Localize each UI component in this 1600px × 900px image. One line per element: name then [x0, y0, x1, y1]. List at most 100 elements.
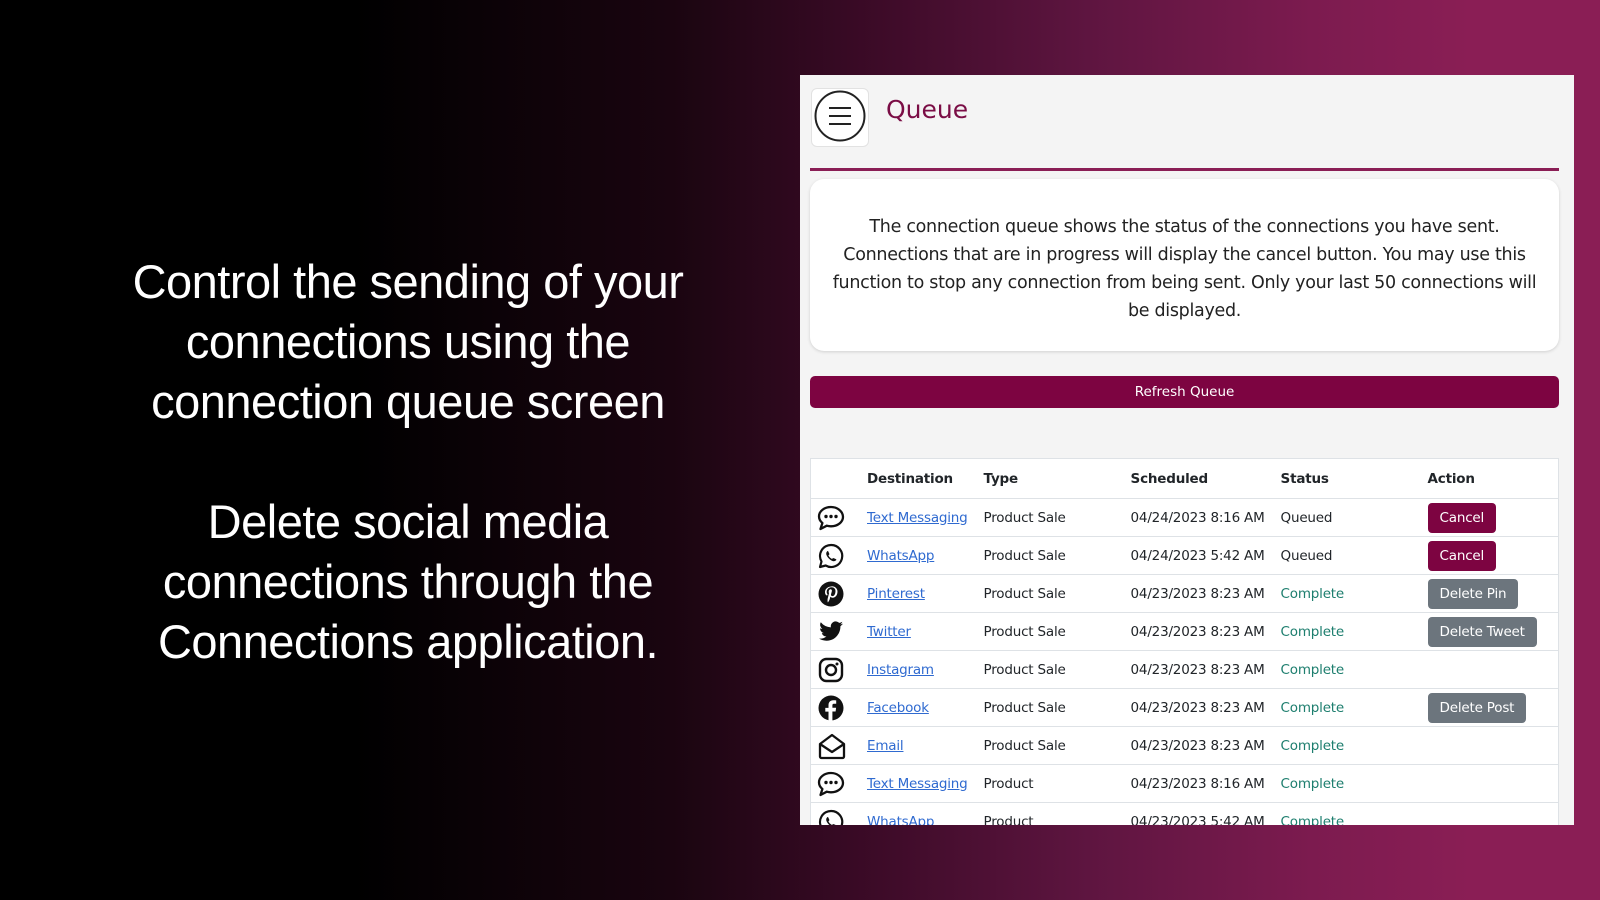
destination-link[interactable]: Text Messaging	[867, 776, 968, 792]
action-cell	[1419, 764, 1558, 803]
destination-link[interactable]: WhatsApp	[867, 814, 934, 826]
scheduled-cell: 04/23/2023 8:23 AM	[1122, 612, 1273, 651]
destination-icon-cell	[811, 574, 859, 613]
whatsapp-icon	[817, 808, 859, 825]
sms-chat-icon	[817, 771, 859, 797]
header-action: Action	[1419, 459, 1558, 499]
table-row: Pinterest Product Sale 04/23/2023 8:23 AM C…	[811, 574, 1558, 613]
menu-button[interactable]	[811, 88, 869, 147]
queue-table-container: Destination Type Scheduled Status Action…	[810, 458, 1559, 825]
delete-button[interactable]: Delete Post	[1427, 692, 1527, 723]
header-icon	[811, 459, 859, 499]
action-cell: Delete Pin	[1419, 574, 1558, 613]
destination-cell: Twitter	[859, 612, 976, 651]
destination-icon-cell	[811, 536, 859, 575]
type-cell: Product Sale	[975, 688, 1123, 727]
delete-button[interactable]: Delete Pin	[1427, 578, 1519, 609]
destination-link[interactable]: Text Messaging	[867, 510, 968, 526]
destination-cell: WhatsApp	[859, 802, 976, 826]
promo-text: Control the sending of your connections …	[80, 252, 736, 672]
scheduled-cell: 04/24/2023 5:42 AM	[1122, 536, 1273, 575]
destination-icon-cell	[811, 650, 859, 689]
status-cell: Complete	[1272, 650, 1420, 689]
status-cell: Complete	[1272, 574, 1420, 613]
scheduled-cell: 04/23/2023 8:23 AM	[1122, 726, 1273, 765]
hamburger-menu-icon	[813, 89, 867, 146]
promo-paragraph-delete: Delete social media connections through …	[157, 495, 659, 668]
scheduled-cell: 04/23/2023 8:23 AM	[1122, 574, 1273, 613]
title-divider	[810, 168, 1559, 171]
action-cell	[1419, 802, 1558, 825]
table-row: Text Messaging Product Sale 04/24/2023 8:1…	[811, 498, 1558, 537]
type-cell: Product Sale	[975, 612, 1123, 651]
type-cell: Product Sale	[975, 650, 1123, 689]
scheduled-cell: 04/23/2023 8:23 AM	[1122, 688, 1273, 727]
destination-cell: Email	[859, 726, 976, 765]
type-cell: Product	[975, 764, 1123, 803]
page-title: Queue	[886, 95, 969, 124]
refresh-queue-button[interactable]: Refresh Queue	[810, 376, 1559, 408]
info-text: The connection queue shows the status of…	[832, 217, 1537, 321]
destination-icon-cell	[811, 726, 859, 765]
destination-cell: Text Messaging	[859, 498, 976, 537]
destination-icon-cell	[811, 802, 859, 825]
table-row: Instagram Product Sale 04/23/2023 8:23 AM C…	[811, 650, 1558, 689]
scheduled-cell: 04/24/2023 8:16 AM	[1122, 498, 1273, 537]
type-cell: Product	[975, 802, 1123, 825]
destination-cell: WhatsApp	[859, 536, 976, 575]
table-header-row: Destination Type Scheduled Status Action	[811, 459, 1558, 499]
status-cell: Complete	[1272, 612, 1420, 651]
status-cell: Complete	[1272, 688, 1420, 727]
scheduled-cell: 04/23/2023 8:16 AM	[1122, 764, 1273, 803]
status-cell: Queued	[1272, 498, 1420, 537]
cancel-button[interactable]: Cancel	[1427, 540, 1497, 571]
queue-app-window: Queue The connection queue shows the sta…	[800, 75, 1574, 825]
destination-link[interactable]: Instagram	[867, 662, 934, 678]
destination-icon-cell	[811, 498, 859, 537]
pinterest-icon	[817, 580, 859, 608]
table-row: Facebook Product Sale 04/23/2023 8:23 AM Co…	[811, 688, 1558, 727]
destination-link[interactable]: Twitter	[867, 624, 911, 640]
header-scheduled: Scheduled	[1122, 459, 1273, 499]
destination-link[interactable]: WhatsApp	[867, 548, 934, 564]
delete-button[interactable]: Delete Tweet	[1427, 616, 1537, 647]
destination-link[interactable]: Email	[867, 738, 904, 754]
table-row: WhatsApp Product 04/23/2023 5:42 AM Complet…	[811, 802, 1558, 826]
twitter-icon	[817, 619, 859, 645]
status-cell: Complete	[1272, 726, 1420, 765]
table-row: Email Product Sale 04/23/2023 8:23 AM Compl…	[811, 726, 1558, 765]
facebook-icon	[817, 694, 859, 722]
queue-table: Destination Type Scheduled Status Action…	[811, 459, 1558, 825]
cancel-button[interactable]: Cancel	[1427, 502, 1497, 533]
status-cell: Queued	[1272, 536, 1420, 575]
destination-link[interactable]: Pinterest	[867, 586, 925, 602]
type-cell: Product Sale	[975, 726, 1123, 765]
action-cell: Delete Post	[1419, 688, 1558, 727]
destination-cell: Facebook	[859, 688, 976, 727]
header-status: Status	[1272, 459, 1420, 499]
destination-icon-cell	[811, 764, 859, 803]
action-cell	[1419, 650, 1558, 689]
scheduled-cell: 04/23/2023 8:23 AM	[1122, 650, 1273, 689]
type-cell: Product Sale	[975, 536, 1123, 575]
table-row: WhatsApp Product Sale 04/24/2023 5:42 AM Qu…	[811, 536, 1558, 575]
status-cell: Complete	[1272, 802, 1420, 825]
sms-chat-icon	[817, 505, 859, 531]
destination-cell: Pinterest	[859, 574, 976, 613]
destination-icon-cell	[811, 612, 859, 651]
whatsapp-icon	[817, 542, 859, 570]
header-destination: Destination	[859, 459, 976, 499]
queue-table-body: Text Messaging Product Sale 04/24/2023 8:1…	[811, 498, 1558, 826]
email-icon	[817, 732, 859, 760]
header-type: Type	[975, 459, 1123, 499]
table-row: Twitter Product Sale 04/23/2023 8:23 AM Com…	[811, 612, 1558, 651]
type-cell: Product Sale	[975, 498, 1123, 537]
destination-cell: Instagram	[859, 650, 976, 689]
destination-cell: Text Messaging	[859, 764, 976, 803]
destination-icon-cell	[811, 688, 859, 727]
scheduled-cell: 04/23/2023 5:42 AM	[1122, 802, 1273, 825]
destination-link[interactable]: Facebook	[867, 700, 929, 716]
action-cell: Cancel	[1419, 498, 1558, 537]
action-cell: Delete Tweet	[1419, 612, 1558, 651]
action-cell: Cancel	[1419, 536, 1558, 575]
